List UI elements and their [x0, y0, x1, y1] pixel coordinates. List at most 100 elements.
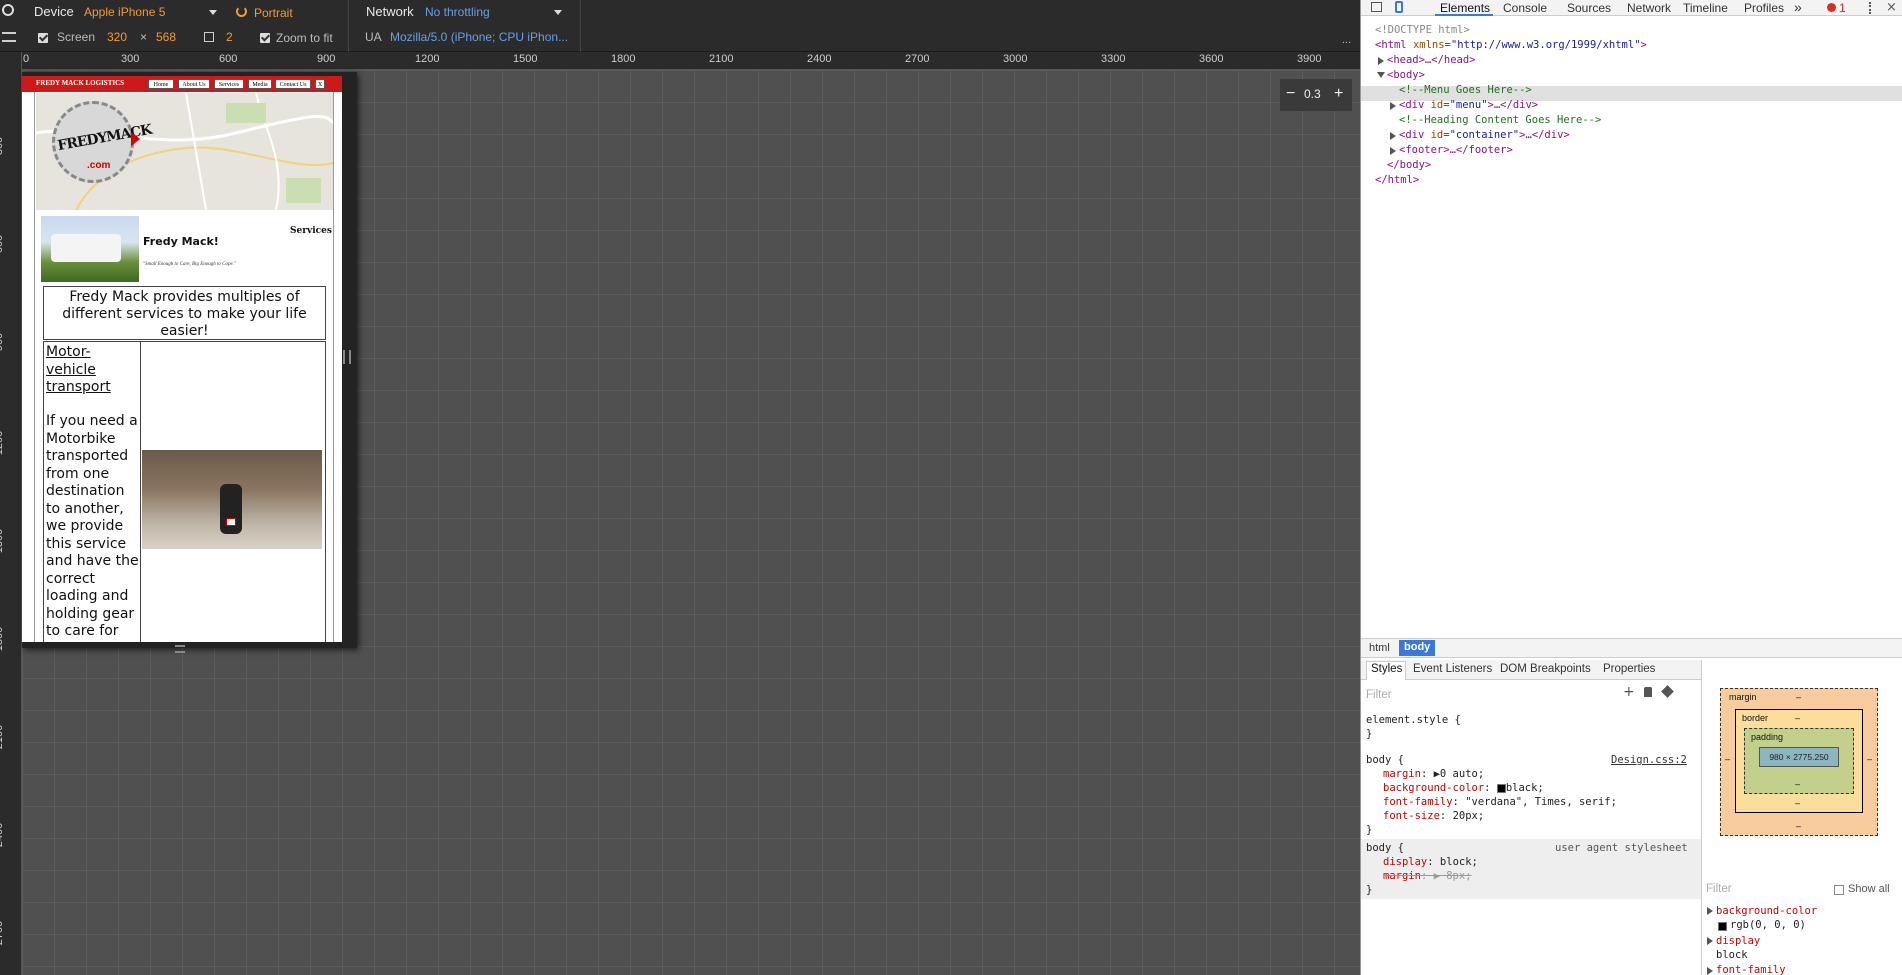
- decl-background-color[interactable]: background-color: black;: [1383, 781, 1544, 795]
- network-select[interactable]: No throttling: [422, 2, 568, 20]
- dom-body-close[interactable]: </body>: [1387, 158, 1431, 173]
- close-icon[interactable]: ×: [1886, 0, 1897, 15]
- subtab-dom-breakpoints[interactable]: DOM Breakpoints: [1500, 663, 1591, 675]
- pin-icon[interactable]: [1644, 687, 1652, 697]
- settings-icon[interactable]: [2, 32, 16, 42]
- expand-arrow-icon[interactable]: [1707, 967, 1713, 975]
- expand-arrow-icon[interactable]: [1390, 132, 1396, 140]
- expand-arrow-icon[interactable]: [1707, 907, 1713, 915]
- dom-head-node[interactable]: <head>…</head>: [1387, 53, 1476, 68]
- tab-profiles[interactable]: Profiles: [1744, 1, 1784, 15]
- menu-kebab-icon[interactable]: [1869, 2, 1871, 14]
- zoom-to-fit-checkbox[interactable]: [260, 33, 270, 43]
- metrics-pane: margin – – – – border – – padding – 980 …: [1701, 660, 1902, 975]
- error-icon[interactable]: [1827, 3, 1836, 12]
- more-options-button[interactable]: ...: [1342, 34, 1351, 46]
- expand-arrow-icon[interactable]: [1707, 937, 1713, 945]
- screen-width-input[interactable]: 320: [107, 30, 127, 44]
- dom-html-node[interactable]: <html xmlns="http://www.w3.org/1999/xhtm…: [1375, 38, 1647, 53]
- computed-prop-name[interactable]: background-color: [1716, 905, 1817, 917]
- subtab-properties[interactable]: Properties: [1603, 663, 1655, 675]
- rule-body-selector[interactable]: body {: [1366, 753, 1404, 767]
- border-top-value[interactable]: –: [1795, 713, 1800, 723]
- dom-attr-value: "menu": [1449, 99, 1488, 111]
- screen-checkbox[interactable]: [38, 33, 48, 43]
- elements-tree: <!DOCTYPE html> <html xmlns="http://www.…: [1361, 17, 1902, 637]
- subtab-event-listeners[interactable]: Event Listeners: [1413, 663, 1492, 675]
- computed-filter-input[interactable]: Filter: [1706, 883, 1732, 895]
- computed-prop-name[interactable]: display: [1716, 935, 1760, 947]
- rule-element-style[interactable]: element.style {: [1366, 713, 1461, 727]
- decl-font-family[interactable]: font-family: "verdana", Times, serif;: [1383, 795, 1617, 809]
- dom-attr-value: "container": [1449, 129, 1520, 141]
- margin-bottom-value[interactable]: –: [1796, 821, 1801, 831]
- computed-prop-name[interactable]: font-family: [1716, 964, 1786, 975]
- service-link[interactable]: Motor-vehicle transport: [46, 344, 136, 397]
- logo-arrow-icon: [131, 132, 140, 146]
- dom-html-close[interactable]: </html>: [1375, 173, 1419, 188]
- resize-handle-bottom[interactable]: [175, 645, 185, 653]
- site-nav-home[interactable]: Home: [148, 79, 174, 89]
- rule-source-link[interactable]: Design.css:2: [1611, 753, 1687, 767]
- show-all-checkbox[interactable]: [1834, 885, 1844, 895]
- collapse-arrow-icon[interactable]: [1377, 72, 1385, 78]
- decl-margin-overridden[interactable]: margin: ▶ 8px;: [1383, 869, 1472, 883]
- site-nav-services[interactable]: Services: [214, 79, 244, 89]
- expand-arrow-icon[interactable]: [1390, 102, 1396, 110]
- border-bottom-value[interactable]: –: [1795, 798, 1800, 808]
- tab-elements[interactable]: Elements: [1440, 1, 1490, 15]
- breadcrumb-html[interactable]: html: [1369, 642, 1390, 654]
- device-select[interactable]: Apple iPhone 5: [82, 2, 222, 20]
- box-model-content[interactable]: 980 × 2775.250: [1759, 747, 1839, 767]
- margin-right-value[interactable]: –: [1867, 754, 1872, 764]
- swap-dimensions-icon[interactable]: [204, 32, 214, 42]
- more-tabs-button[interactable]: »: [1794, 0, 1802, 15]
- no-entry-icon[interactable]: [2, 4, 14, 16]
- site-nav-close[interactable]: X: [315, 79, 325, 89]
- expand-arrow-icon[interactable]: [1378, 57, 1384, 65]
- expand-arrow-icon[interactable]: [1390, 147, 1396, 155]
- padding-bottom-value[interactable]: –: [1795, 779, 1800, 789]
- margin-left-value[interactable]: –: [1725, 754, 1730, 764]
- tab-sources[interactable]: Sources: [1567, 1, 1611, 15]
- zoom-in-button[interactable]: +: [1334, 85, 1343, 103]
- dom-comment-menu[interactable]: <!--Menu Goes Here-->: [1399, 83, 1532, 98]
- decl-margin[interactable]: margin: ▶0 auto;: [1383, 767, 1484, 781]
- tab-timeline[interactable]: Timeline: [1683, 1, 1728, 15]
- decl-display[interactable]: display: block;: [1383, 855, 1478, 869]
- zoom-to-fit-label: Zoom to fit: [276, 31, 333, 45]
- styles-filter-input[interactable]: Filter: [1366, 688, 1392, 702]
- subtab-styles[interactable]: Styles: [1371, 663, 1402, 675]
- decl-font-size[interactable]: font-size: 20px;: [1383, 809, 1484, 823]
- dom-doctype[interactable]: <!DOCTYPE html>: [1375, 23, 1470, 38]
- zoom-out-button[interactable]: −: [1286, 85, 1295, 103]
- screen-height-input[interactable]: 568: [156, 30, 176, 44]
- ua-input[interactable]: Mozilla/5.0 (iPhone; CPU iPhon...: [390, 30, 568, 44]
- dom-comment-heading[interactable]: <!--Heading Content Goes Here-->: [1399, 113, 1601, 128]
- site-nav-contact[interactable]: Contact Us: [275, 79, 311, 89]
- error-count[interactable]: 1: [1839, 1, 1846, 15]
- color-format-icon[interactable]: [1661, 685, 1674, 698]
- motorbike-shape: [220, 484, 242, 534]
- dom-body-node[interactable]: <body>: [1387, 68, 1425, 83]
- tab-console[interactable]: Console: [1503, 1, 1547, 15]
- breadcrumb-body[interactable]: body: [1399, 640, 1436, 656]
- dom-div-menu[interactable]: <div id="menu">…</div>: [1399, 98, 1538, 113]
- dom-footer-node[interactable]: <footer>…</footer>: [1399, 143, 1513, 158]
- orientation-button[interactable]: Portrait: [254, 6, 293, 20]
- tab-network[interactable]: Network: [1627, 1, 1671, 15]
- inspect-icon[interactable]: [1371, 2, 1382, 12]
- border-label: border: [1742, 713, 1769, 723]
- rotate-icon[interactable]: [236, 6, 247, 17]
- site-logo[interactable]: FREDYMACK .com: [52, 101, 153, 183]
- site-nav-about[interactable]: About Us: [178, 79, 210, 89]
- add-rule-icon[interactable]: +: [1623, 685, 1635, 699]
- site-nav-media[interactable]: Media: [248, 79, 272, 89]
- dom-div-container[interactable]: <div id="container">…</div>: [1399, 128, 1570, 143]
- color-swatch[interactable]: [1496, 783, 1506, 793]
- rule-ua-selector[interactable]: body {: [1366, 841, 1404, 855]
- device-mode-icon[interactable]: [1395, 1, 1403, 13]
- margin-top-value[interactable]: –: [1796, 692, 1801, 702]
- resize-handle-right[interactable]: [343, 350, 351, 364]
- dpr-input[interactable]: 2: [226, 30, 233, 44]
